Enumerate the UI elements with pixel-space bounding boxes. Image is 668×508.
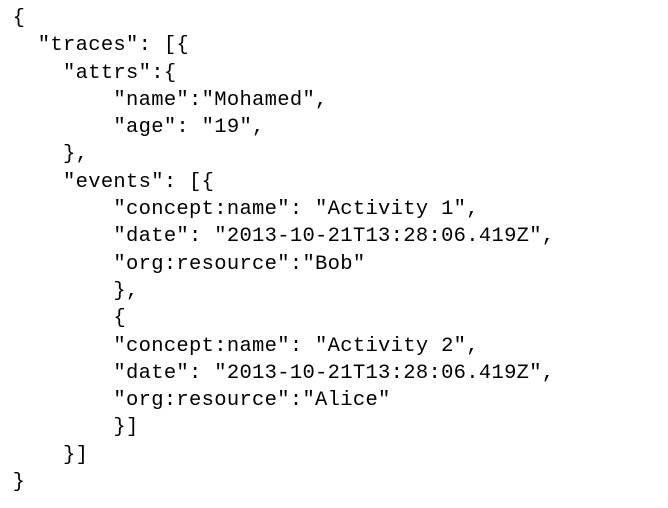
code-line-12: { xyxy=(0,307,127,331)
code-line-11: }, xyxy=(0,279,139,303)
code-line-15: "org:resource":"Alice" xyxy=(0,389,391,413)
code-line-1: { xyxy=(0,7,26,30)
code-line-16: }] xyxy=(0,416,139,440)
code-line-9: "date": "2013-10-21T13:28:06.419Z", xyxy=(0,225,555,249)
code-line-6: }, xyxy=(0,143,89,167)
code-line-14: "date": "2013-10-21T13:28:06.419Z", xyxy=(0,361,555,385)
code-line-7: "events": [{ xyxy=(0,170,215,194)
code-line-5: "age": "19", xyxy=(0,116,265,140)
code-line-10: "org:resource":"Bob" xyxy=(0,252,366,276)
code-line-3: "attrs":{ xyxy=(0,61,177,85)
code-line-13: "concept:name": "Activity 2", xyxy=(0,334,479,358)
code-line-18: } xyxy=(0,471,26,495)
code-line-17: }] xyxy=(0,443,89,467)
code-line-2: "traces": [{ xyxy=(0,34,190,58)
json-code-block: { "traces": [{ "attrs":{ "name":"Mohamed… xyxy=(0,0,668,508)
code-line-8: "concept:name": "Activity 1", xyxy=(0,198,479,222)
code-line-4: "name":"Mohamed", xyxy=(0,88,328,112)
